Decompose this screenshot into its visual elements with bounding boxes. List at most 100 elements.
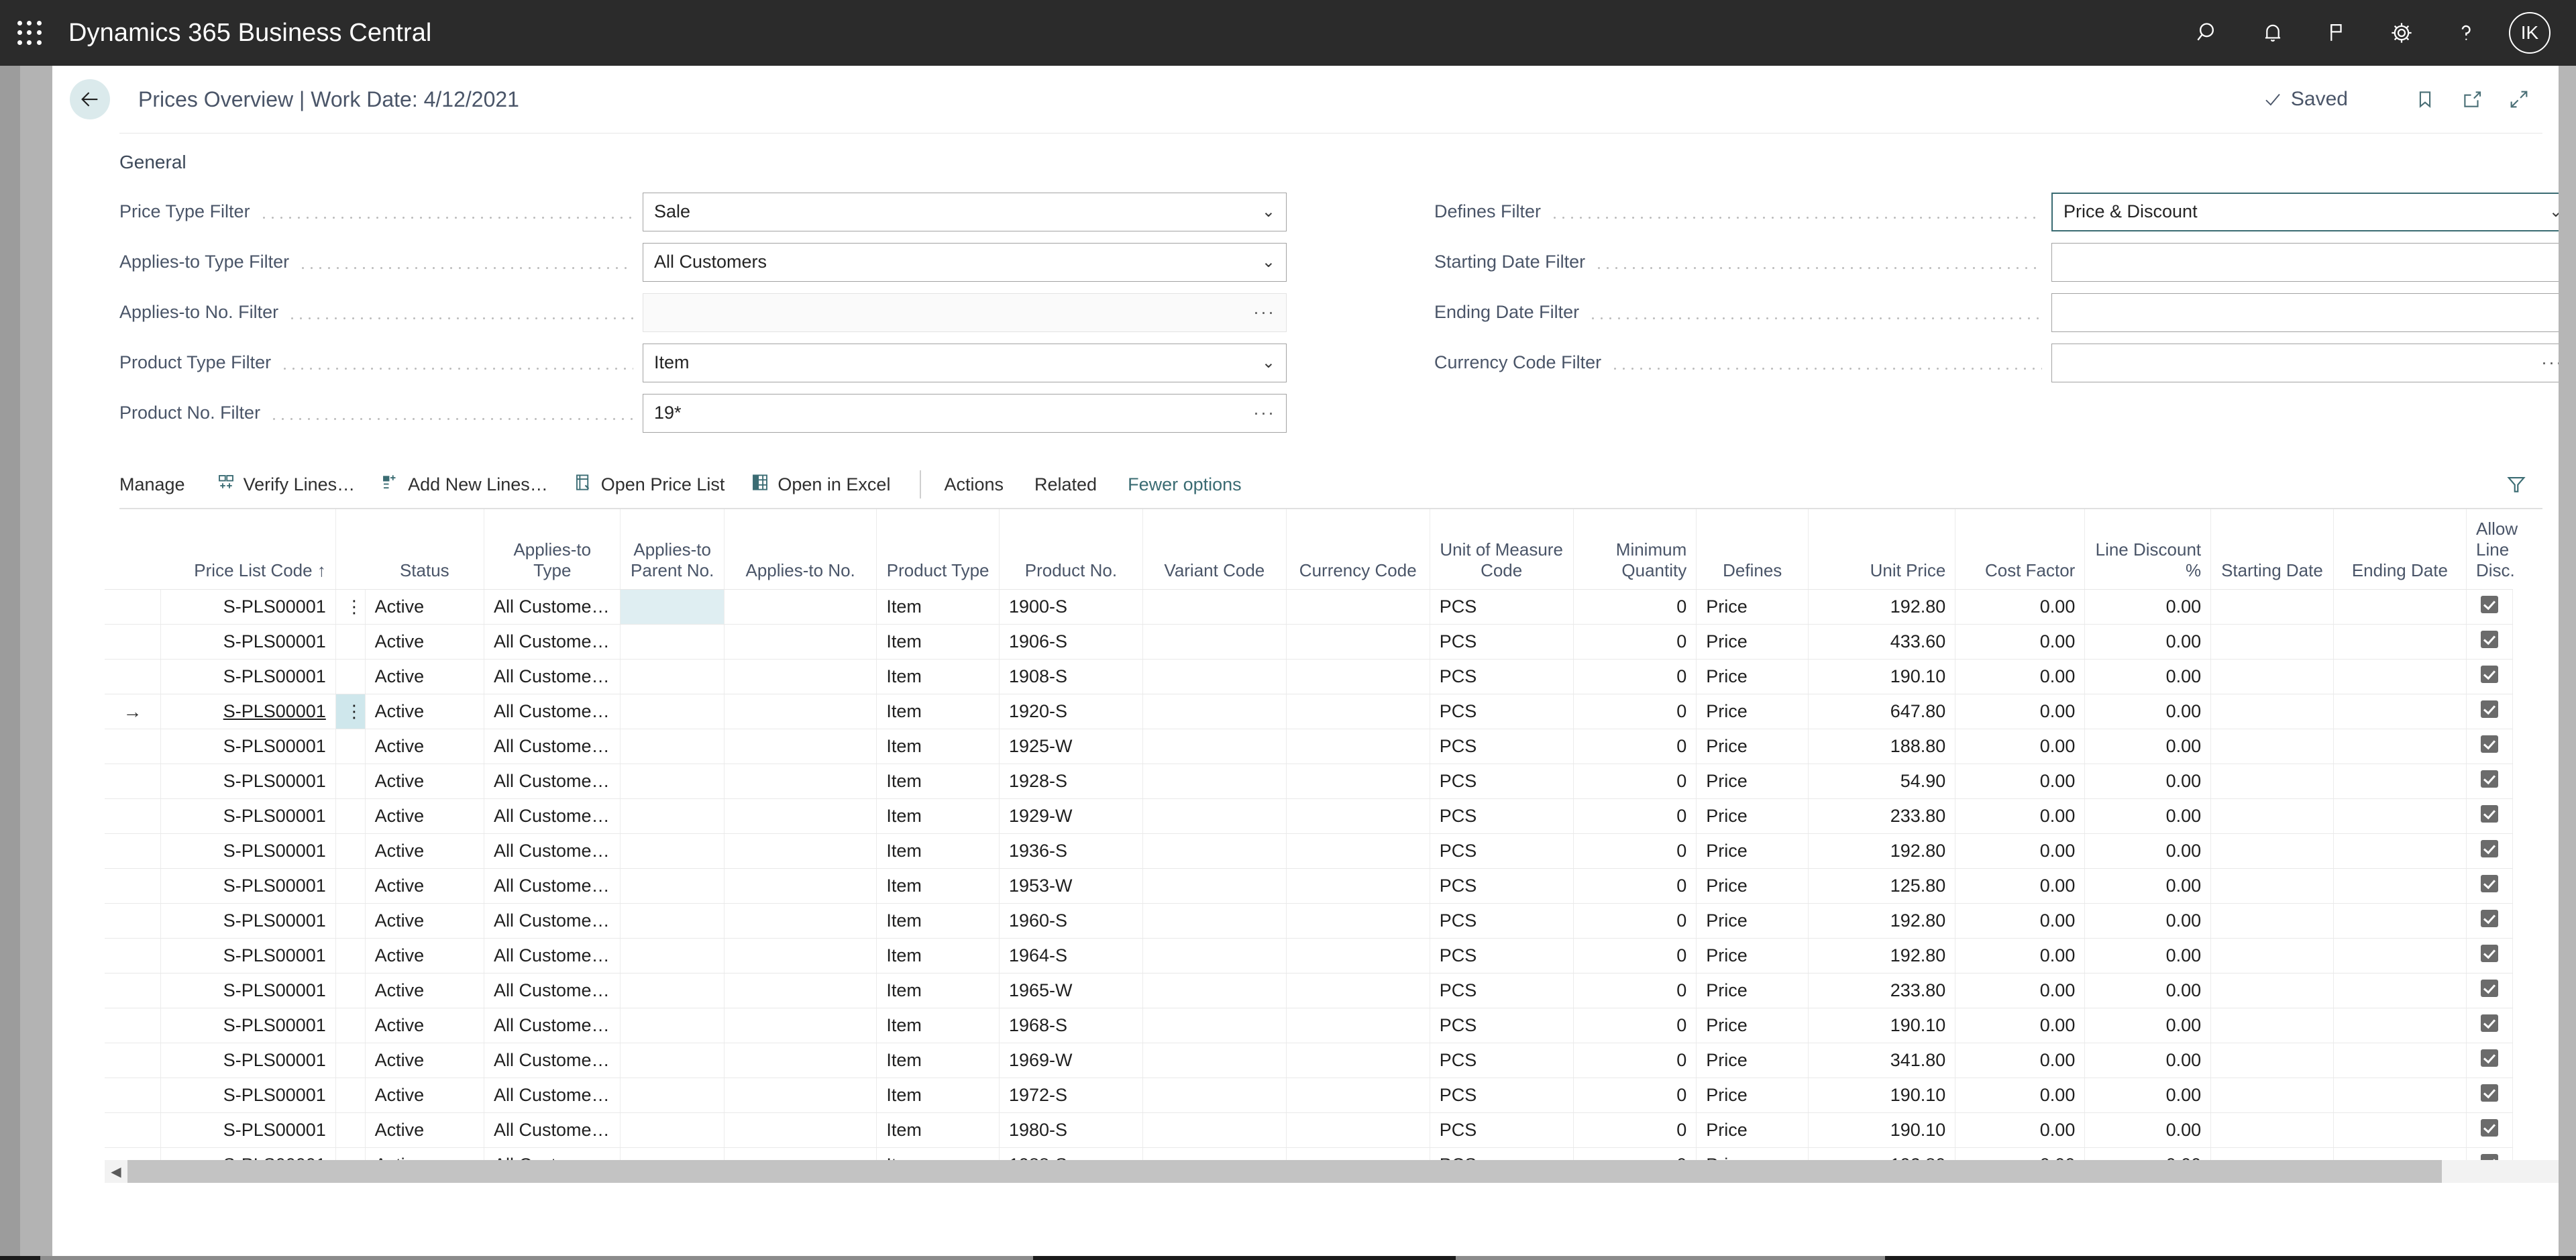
ending-date-filter-input[interactable] <box>2051 293 2575 332</box>
cell-unit-price[interactable]: 647.80 <box>1808 694 1956 729</box>
price-list-code-value[interactable]: S-PLS00001 <box>223 945 326 965</box>
cell-unit-price[interactable]: 188.80 <box>1808 729 1956 764</box>
cell-line-discount-pct[interactable]: 0.00 <box>2084 1043 2212 1078</box>
cell-unit-price[interactable]: 125.80 <box>1808 868 1956 904</box>
applies-to-type-filter-select[interactable]: All Customers ⌄ <box>643 242 1287 282</box>
cell-allow-line-disc[interactable] <box>2466 938 2513 974</box>
cell-allow-line-disc[interactable] <box>2466 833 2513 869</box>
cell-line-discount-pct[interactable]: 0.00 <box>2084 764 2212 799</box>
cell-minimum-quantity[interactable]: 0 <box>1573 938 1697 974</box>
cell-line-discount-pct[interactable]: 0.00 <box>2084 1112 2212 1148</box>
cell-price-list-code[interactable]: S-PLS00001 <box>160 868 336 904</box>
lookup-ellipsis-icon[interactable]: ··· <box>1253 403 1275 423</box>
cell-variant-code[interactable] <box>1142 624 1287 660</box>
cell-currency-code[interactable] <box>1286 798 1430 834</box>
cell-product-no[interactable]: 1925-W <box>999 729 1143 764</box>
table-row[interactable]: S-PLS00001 Active All Custome… Item 1965-W PC… <box>105 973 2513 1008</box>
allow-line-disc-checkbox[interactable] <box>2481 875 2498 892</box>
cell-unit-of-measure-code[interactable]: PCS <box>1430 1008 1574 1043</box>
filter-funnel-icon[interactable] <box>2505 473 2528 496</box>
cell-cost-factor[interactable]: 0.00 <box>1955 938 2086 974</box>
cell-applies-to-parent-no[interactable] <box>620 938 724 974</box>
allow-line-disc-checkbox[interactable] <box>2481 1119 2498 1137</box>
table-row[interactable]: S-PLS00001 Active All Custome… Item 1929-W PC… <box>105 798 2513 834</box>
cell-row-menu[interactable] <box>335 624 366 660</box>
col-line-discount-pct[interactable]: Line Discount % <box>2084 509 2212 590</box>
table-row[interactable]: S-PLS00001 Active All Custome… Item 1928-S PC… <box>105 764 2513 799</box>
cell-unit-price[interactable]: 192.80 <box>1808 903 1956 939</box>
cell-line-discount-pct[interactable]: 0.00 <box>2084 798 2212 834</box>
table-row[interactable]: → S-PLS00001 ⋮ Active All Custome… Item 1920-S… <box>105 694 2513 729</box>
table-row[interactable]: S-PLS00001 Active All Custome… Item 1936-S PC… <box>105 833 2513 869</box>
cell-price-list-code[interactable]: S-PLS00001 <box>160 1043 336 1078</box>
cell-currency-code[interactable] <box>1286 903 1430 939</box>
cell-cost-factor[interactable]: 0.00 <box>1955 868 2086 904</box>
cell-unit-price[interactable]: 54.90 <box>1808 764 1956 799</box>
cell-line-discount-pct[interactable]: 0.00 <box>2084 903 2212 939</box>
starting-date-filter-input[interactable] <box>2051 242 2575 282</box>
price-list-code-value[interactable]: S-PLS00001 <box>223 1120 326 1140</box>
cell-cost-factor[interactable]: 0.00 <box>1955 589 2086 625</box>
cell-ending-date[interactable] <box>2333 868 2467 904</box>
cell-row-menu[interactable] <box>335 1078 366 1113</box>
cell-variant-code[interactable] <box>1142 659 1287 694</box>
cell-product-no[interactable]: 1968-S <box>999 1008 1143 1043</box>
table-row[interactable]: S-PLS00001 Active All Custome… Item 1953-W PC… <box>105 868 2513 904</box>
cell-allow-line-disc[interactable] <box>2466 624 2513 660</box>
cell-line-discount-pct[interactable]: 0.00 <box>2084 659 2212 694</box>
cell-applies-to-no[interactable] <box>724 868 877 904</box>
cell-price-list-code[interactable]: S-PLS00001 <box>160 729 336 764</box>
cell-minimum-quantity[interactable]: 0 <box>1573 1043 1697 1078</box>
cell-starting-date[interactable] <box>2210 868 2334 904</box>
cell-minimum-quantity[interactable]: 0 <box>1573 903 1697 939</box>
action-manage[interactable]: Manage <box>119 474 185 495</box>
cell-minimum-quantity[interactable]: 0 <box>1573 624 1697 660</box>
cell-minimum-quantity[interactable]: 0 <box>1573 694 1697 729</box>
cell-ending-date[interactable] <box>2333 1008 2467 1043</box>
table-row[interactable]: S-PLS00001 Active All Custome… Item 1964-S PC… <box>105 938 2513 974</box>
cell-ending-date[interactable] <box>2333 833 2467 869</box>
cell-starting-date[interactable] <box>2210 764 2334 799</box>
cell-minimum-quantity[interactable]: 0 <box>1573 1008 1697 1043</box>
cell-unit-of-measure-code[interactable]: PCS <box>1430 624 1574 660</box>
cell-currency-code[interactable] <box>1286 833 1430 869</box>
cell-unit-price[interactable]: 192.80 <box>1808 938 1956 974</box>
cell-unit-price[interactable]: 190.10 <box>1808 1078 1956 1113</box>
cell-allow-line-disc[interactable] <box>2466 694 2513 729</box>
cell-unit-of-measure-code[interactable]: PCS <box>1430 729 1574 764</box>
col-defines[interactable]: Defines <box>1696 509 1809 590</box>
cell-ending-date[interactable] <box>2333 1043 2467 1078</box>
cell-cost-factor[interactable]: 0.00 <box>1955 798 2086 834</box>
table-row[interactable]: S-PLS00001 Active All Custome… Item 1906-S PC… <box>105 624 2513 660</box>
cell-row-menu[interactable] <box>335 973 366 1008</box>
cell-variant-code[interactable] <box>1142 1112 1287 1148</box>
cell-unit-of-measure-code[interactable]: PCS <box>1430 659 1574 694</box>
col-cost-factor[interactable]: Cost Factor <box>1955 509 2086 590</box>
cell-product-no[interactable]: 1929-W <box>999 798 1143 834</box>
table-row[interactable]: S-PLS00001 Active All Custome… Item 1980-S PC… <box>105 1112 2513 1148</box>
price-list-code-value[interactable]: S-PLS00001 <box>223 876 326 896</box>
cell-minimum-quantity[interactable]: 0 <box>1573 1078 1697 1113</box>
cell-starting-date[interactable] <box>2210 624 2334 660</box>
cell-applies-to-parent-no[interactable] <box>620 1112 724 1148</box>
col-applies-to-no[interactable]: Applies-to No. <box>724 509 877 590</box>
cell-allow-line-disc[interactable] <box>2466 1043 2513 1078</box>
cell-unit-of-measure-code[interactable]: PCS <box>1430 589 1574 625</box>
cell-currency-code[interactable] <box>1286 1078 1430 1113</box>
collapse-icon[interactable] <box>2496 76 2542 123</box>
price-list-code-value[interactable]: S-PLS00001 <box>223 980 326 1000</box>
back-button[interactable] <box>70 79 110 119</box>
cell-product-no[interactable]: 1980-S <box>999 1112 1143 1148</box>
cell-cost-factor[interactable]: 0.00 <box>1955 659 2086 694</box>
price-list-code-value[interactable]: S-PLS00001 <box>223 736 326 756</box>
cell-ending-date[interactable] <box>2333 659 2467 694</box>
cell-cost-factor[interactable]: 0.00 <box>1955 764 2086 799</box>
cell-price-list-code[interactable]: S-PLS00001 <box>160 1008 336 1043</box>
price-list-code-value[interactable]: S-PLS00001 <box>223 806 326 826</box>
table-row[interactable]: S-PLS00001 Active All Custome… Item 1969-W PC… <box>105 1043 2513 1078</box>
cell-price-list-code[interactable]: S-PLS00001 <box>160 694 336 729</box>
cell-starting-date[interactable] <box>2210 833 2334 869</box>
cell-variant-code[interactable] <box>1142 694 1287 729</box>
cell-variant-code[interactable] <box>1142 973 1287 1008</box>
cell-starting-date[interactable] <box>2210 694 2334 729</box>
